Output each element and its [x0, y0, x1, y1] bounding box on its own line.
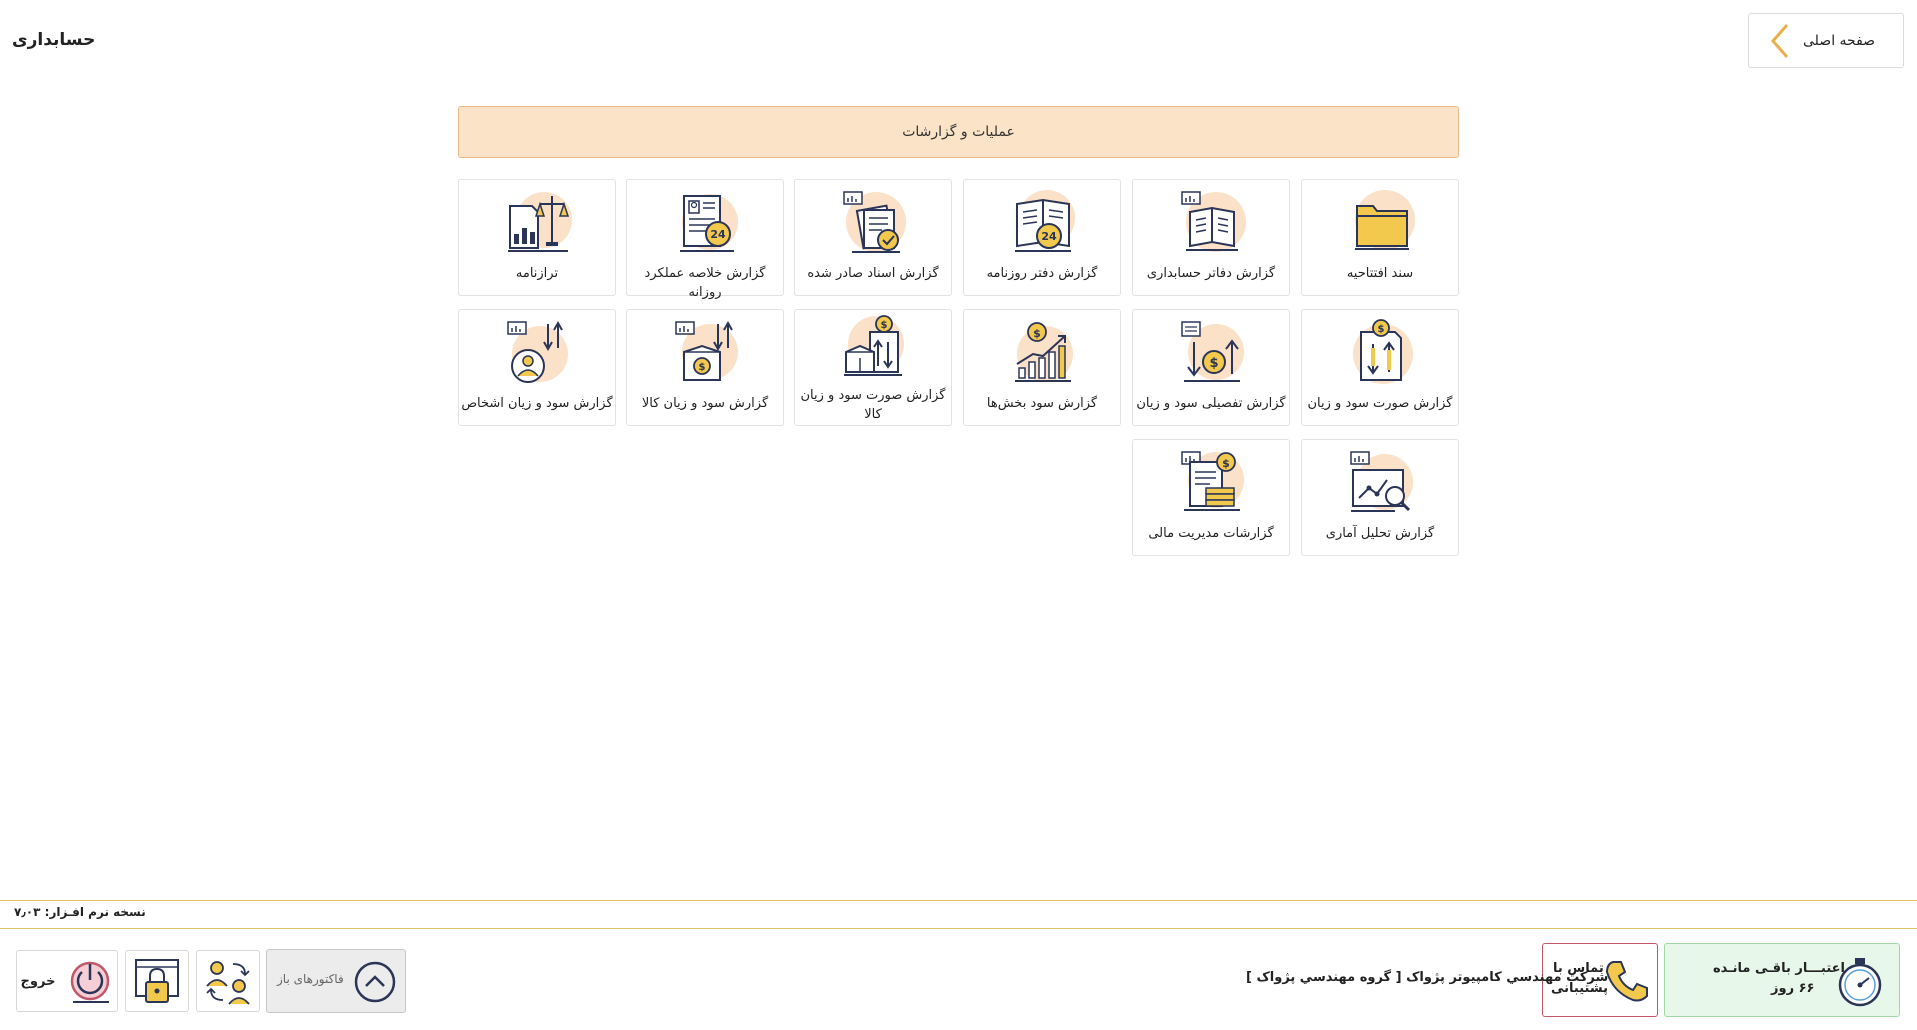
tile-balance-sheet[interactable]: ترازنامه — [458, 179, 616, 296]
balance-sheet-icon — [508, 192, 572, 252]
tile-issued-documents[interactable]: گزارش اسناد صادر شده — [794, 179, 952, 296]
open-invoices-button[interactable]: فاکتورهای باز — [266, 949, 406, 1013]
financial-management-icon: $ — [1181, 451, 1244, 511]
tile-detailed-profit-loss[interactable]: $ گزارش تفصیلی سود و زیان — [1132, 309, 1290, 426]
tile-opening-document[interactable]: سند افتتاحیه — [1301, 179, 1459, 296]
svg-text:$: $ — [1209, 356, 1218, 371]
growth-chart-icon: $ — [1015, 322, 1073, 382]
tile-label: گزارش دفتر روزنامه — [986, 266, 1098, 281]
tile-label: ترازنامه — [515, 266, 559, 281]
tile-statistical-analysis[interactable]: گزارش تحلیل آماری — [1301, 439, 1459, 556]
detailed-profit-loss-icon: $ — [1181, 321, 1244, 382]
ledger-book-icon — [1181, 191, 1246, 252]
tile-label: گزارش سود و زیان اشخاص — [461, 396, 613, 411]
tile-journal-report[interactable]: 24 گزارش دفتر روزنامه — [963, 179, 1121, 296]
switch-user-button[interactable] — [196, 950, 260, 1012]
svg-text:$: $ — [699, 362, 706, 373]
tile-label: گزارش تحلیل آماری — [1325, 526, 1435, 541]
page-title: حسابداری — [12, 30, 96, 50]
credit-days: ۶۶ روز — [1771, 981, 1815, 996]
tile-label: گزارش سود و زیان کالا — [641, 396, 769, 411]
credit-remaining-panel: اعتبـــار باقـی مانـده ۶۶ روز — [1664, 943, 1900, 1017]
credit-label: اعتبـــار باقـی مانـده — [1713, 961, 1846, 976]
tile-label: گزارش خلاصه عملکرد روزانه — [644, 266, 766, 300]
tile-label: گزارش اسناد صادر شده — [807, 266, 939, 281]
chevron-left-icon — [1771, 23, 1789, 58]
folder-icon — [1355, 190, 1415, 250]
tile-department-profit[interactable]: $ گزارش سود بخش‌ها — [963, 309, 1121, 426]
footer-divider — [0, 900, 1917, 901]
statistical-analysis-icon — [1350, 451, 1413, 512]
power-icon — [71, 961, 110, 1003]
tile-label: گزارش صورت سود و زیان — [1307, 396, 1453, 411]
tile-product-profit[interactable]: $ گزارش سود و زیان کالا — [626, 309, 784, 426]
lock-icon — [135, 959, 179, 1003]
svg-text:24: 24 — [1041, 230, 1057, 243]
tile-person-profit[interactable]: گزارش سود و زیان اشخاص — [458, 309, 616, 426]
software-version: نسخه نرم افـزار: ۷٫۰۳ — [14, 905, 146, 919]
tile-label: گزارش سود بخش‌ها — [986, 396, 1098, 411]
issued-documents-icon — [843, 191, 906, 253]
svg-text:$: $ — [1033, 327, 1041, 340]
tile-label: گزارش صورت سود و زیان کالا — [800, 388, 946, 422]
tile-label: گزارش دفاتر حسابداری — [1146, 266, 1276, 281]
section-header: عملیات و گزارشات — [458, 106, 1459, 158]
company-name: شرکت مهندسي كامپيوتر پژواک [ گروه مهندسي… — [1246, 970, 1609, 985]
home-button-label: صفحه اصلی — [1803, 32, 1876, 49]
product-box-icon: $ — [675, 320, 738, 381]
stopwatch-icon — [1838, 958, 1882, 1007]
open-invoices-label: فاکتورهای باز — [277, 972, 344, 986]
tile-label: گزارشات مدیریت مالی — [1148, 526, 1274, 541]
lock-button[interactable] — [125, 950, 189, 1012]
exit-label: خروج — [20, 973, 56, 989]
tile-daily-summary[interactable]: 24 گزارش خلاصه عملکرد روزانه — [626, 179, 784, 300]
svg-text:$: $ — [881, 320, 888, 331]
tile-label: گزارش تفصیلی سود و زیان — [1136, 396, 1286, 411]
product-profit-statement-icon: $ — [844, 315, 904, 376]
daily-summary-icon: 24 — [680, 194, 738, 252]
svg-text:$: $ — [1378, 324, 1385, 335]
footer-divider — [0, 928, 1917, 929]
svg-text:24: 24 — [710, 228, 726, 241]
tile-product-profit-statement[interactable]: $ گزارش صورت سود و زیان کالا — [794, 309, 952, 426]
phone-icon — [1605, 961, 1648, 1002]
home-button[interactable]: صفحه اصلی — [1748, 13, 1904, 68]
svg-text:$: $ — [1222, 457, 1230, 470]
tile-financial-management[interactable]: $ گزارشات مدیریت مالی — [1132, 439, 1290, 556]
person-profit-icon — [507, 320, 568, 383]
chevron-up-circle-icon — [354, 961, 396, 1003]
profit-loss-document-icon: $ — [1353, 319, 1413, 384]
users-exchange-icon — [206, 961, 250, 1005]
journal-24-icon: 24 — [1015, 190, 1075, 252]
tile-label: سند افتتاحیه — [1346, 266, 1414, 281]
tile-accounting-ledgers[interactable]: گزارش دفاتر حسابداری — [1132, 179, 1290, 296]
exit-button[interactable]: خروج — [16, 950, 118, 1012]
tile-profit-loss-statement[interactable]: $ گزارش صورت سود و زیان — [1301, 309, 1459, 426]
